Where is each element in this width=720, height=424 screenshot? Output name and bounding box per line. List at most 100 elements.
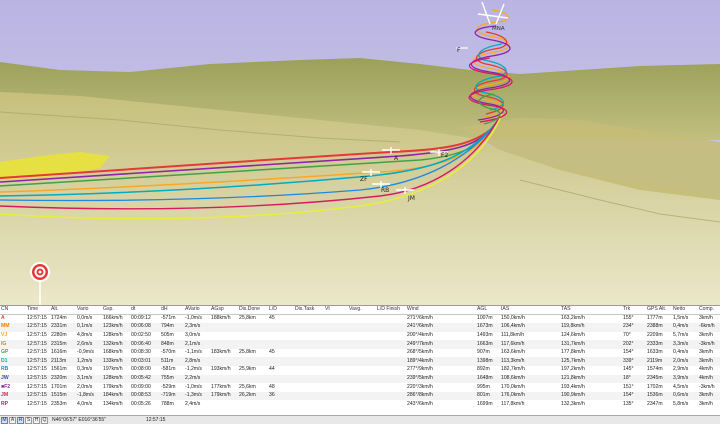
table-row[interactable]: RB 12:57:15 1561m 0,3m/s 197km/h 00:08:00 -581…	[0, 365, 720, 375]
column-header[interactable]: AVario	[184, 306, 210, 315]
column-header[interactable]: GPS Alt.	[646, 306, 672, 315]
table-cell	[238, 374, 268, 384]
column-header[interactable]: Alt.	[50, 306, 76, 315]
table-cell	[324, 400, 348, 409]
table-cell: 1701m	[50, 383, 76, 392]
column-header[interactable]: L/D Finish	[376, 306, 406, 315]
column-header[interactable]: CN	[0, 306, 26, 315]
table-cell: 154°	[622, 391, 646, 401]
table-cell	[238, 323, 268, 332]
table-cell: 131,7km/h	[560, 340, 622, 349]
table-cell	[210, 323, 238, 332]
view-mode-m-button[interactable]: M	[1, 416, 8, 424]
column-header[interactable]: Wind	[406, 306, 476, 315]
pilot-cn-cell: VJ	[0, 331, 26, 341]
view-mode-r-button[interactable]: R	[17, 416, 24, 424]
view-mode-h-button[interactable]: H	[33, 416, 40, 424]
table-cell: 277°/9km/h	[406, 365, 476, 375]
column-header[interactable]: IAS	[500, 306, 560, 315]
table-cell: 48	[268, 383, 294, 392]
column-header[interactable]: Gsp.	[102, 306, 130, 315]
glider-label-thermal: MNA	[492, 26, 505, 32]
table-cell	[268, 323, 294, 332]
column-header[interactable]: L/D	[268, 306, 294, 315]
table-row[interactable]: VJ 12:57:15 2280m 4,8m/s 128km/h 00:02:50 505m…	[0, 331, 720, 341]
table-header: CN Time Alt. Vario Gsp. dt dH AVario AGsp Dis.Don…	[0, 306, 720, 315]
table-cell: 2,0m/s	[76, 383, 102, 392]
table-cell	[324, 383, 348, 392]
table-cell	[268, 374, 294, 384]
table-row[interactable]: D1 12:57:15 2113m 1,2m/s 133km/h 00:03:01 511m…	[0, 357, 720, 366]
table-cell: 3km/h	[698, 348, 720, 358]
table-cell: 177km/h	[210, 383, 238, 392]
table-cell: 200°/4km/h	[406, 331, 476, 341]
column-header[interactable]: Vt	[324, 306, 348, 315]
table-cell	[324, 374, 348, 384]
table-cell: 1007m	[476, 314, 500, 323]
column-header[interactable]: Dis.Done	[238, 306, 268, 315]
column-header[interactable]: Trk	[622, 306, 646, 315]
glider-label-f: F	[457, 47, 461, 54]
table-row[interactable]: RP 12:57:15 2353m 4,0m/s 134km/h 00:05:26 788m…	[0, 400, 720, 409]
column-header[interactable]: AGL	[476, 306, 500, 315]
table-cell: -1,3m/s	[184, 391, 210, 401]
column-header[interactable]: AGsp	[210, 306, 238, 315]
column-header[interactable]: Time	[26, 306, 50, 315]
table-cell: 179km/h	[210, 391, 238, 401]
table-cell: 801m	[476, 391, 500, 401]
table-cell: 2,9m/s	[672, 365, 698, 375]
table-cell	[294, 357, 324, 366]
table-row[interactable]: GP 12:57:15 1616m -0,9m/s 168km/h 00:08:30 -57…	[0, 348, 720, 358]
column-header[interactable]: Vavg.	[348, 306, 376, 315]
table-row[interactable]: JW 12:57:15 2320m 3,1m/s 128km/h 00:05:42 755m…	[0, 374, 720, 384]
flight-data-grid[interactable]: CN Time Alt. Vario Gsp. dt dH AVario AGsp Dis.Don…	[0, 305, 720, 415]
table-cell	[294, 400, 324, 409]
view-mode-a-button[interactable]: A	[9, 416, 16, 424]
table-cell: 239°/5km/h	[406, 374, 476, 384]
column-header[interactable]: Vario	[76, 306, 102, 315]
table-cell: 286°/8km/h	[406, 391, 476, 401]
table-cell: 3,1m/s	[76, 374, 102, 384]
table-cell: 25,8km	[238, 348, 268, 358]
glider-label-zf: ZF	[360, 176, 368, 183]
table-cell: 177,8km/h	[560, 348, 622, 358]
zoom-icon[interactable]: Q	[41, 416, 48, 424]
table-cell: 190,9km/h	[560, 391, 622, 401]
table-cell: 179km/h	[102, 383, 130, 392]
table-cell	[238, 340, 268, 349]
table-row[interactable]: IG 12:57:15 2315m 2,6m/s 132km/h 00:06:40 848m…	[0, 340, 720, 349]
table-cell: 892m	[476, 365, 500, 375]
column-header[interactable]: Comp.	[698, 306, 720, 315]
table-cell: 2,1m/s	[184, 340, 210, 349]
table-cell: -3km/h	[698, 340, 720, 349]
column-header[interactable]: TAS	[560, 306, 622, 315]
table-row[interactable]: MM 12:57:15 2331m 0,1m/s 123km/h 00:06:08 794m…	[0, 323, 720, 332]
view-mode-s-button[interactable]: S	[25, 416, 32, 424]
table-cell: 271°/6km/h	[406, 314, 476, 323]
table-cell	[324, 323, 348, 332]
table-cell	[376, 340, 406, 349]
table-cell: 18°	[622, 374, 646, 384]
table-row[interactable]: ■F2 12:57:15 1701m 2,0m/s 179km/h 00:09:00 -52…	[0, 383, 720, 392]
table-row[interactable]: A 12:57:15 1724m 0,0m/s 166km/h 00:09:12 -571m…	[0, 314, 720, 323]
table-cell: 133km/h	[102, 357, 130, 366]
table-cell: 4,0m/s	[76, 400, 102, 409]
table-cell: 12:57:15	[26, 331, 50, 341]
3d-viewport[interactable]: A F2 ZF RB JM F MNA	[0, 0, 720, 305]
table-cell: 134km/h	[102, 400, 130, 409]
table-cell: 2347m	[646, 400, 672, 409]
table-cell: 00:02:50	[130, 331, 160, 341]
table-cell: -571m	[160, 314, 184, 323]
column-header[interactable]: dH	[160, 306, 184, 315]
column-header[interactable]: Dis.Task	[294, 306, 324, 315]
table-cell: 135°	[622, 400, 646, 409]
table-cell: 1616m	[50, 348, 76, 358]
table-row[interactable]: JM 12:57:15 1515m -1,8m/s 184km/h 00:08:53 -71…	[0, 391, 720, 401]
table-cell: 189°/4km/h	[406, 357, 476, 366]
coordinates-readout: N46°06'57" E016°36'55"	[52, 417, 106, 423]
table-cell: 2,2m/s	[184, 374, 210, 384]
table-cell: 2,6m/s	[76, 340, 102, 349]
column-header[interactable]: Netto	[672, 306, 698, 315]
column-header[interactable]: dt	[130, 306, 160, 315]
table-cell: -581m	[160, 365, 184, 375]
